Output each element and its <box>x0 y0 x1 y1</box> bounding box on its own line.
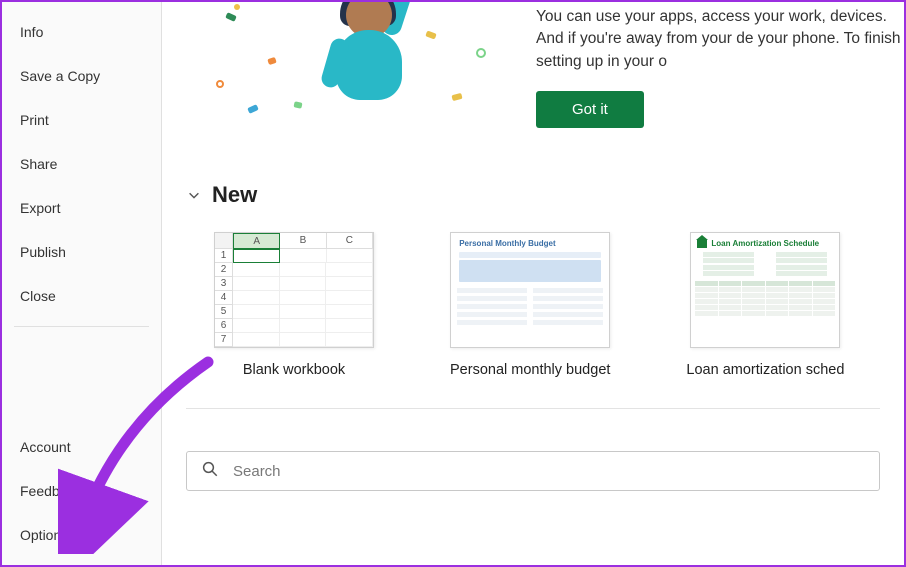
sidebar-item-save-a-copy[interactable]: Save a Copy <box>2 54 161 98</box>
search-icon <box>201 460 219 483</box>
search-box[interactable] <box>186 451 880 491</box>
setup-banner: You can use your apps, access your work,… <box>162 2 904 152</box>
banner-text: You can use your apps, access your work,… <box>536 6 904 73</box>
new-section-title: New <box>212 182 257 208</box>
banner-illustration <box>176 2 536 142</box>
new-section: New A B C 1 2 3 4 <box>162 182 904 378</box>
sidebar-item-label: Close <box>20 288 56 304</box>
sidebar-item-feedback[interactable]: Feedback <box>2 469 161 513</box>
sidebar-item-label: Options <box>20 527 68 543</box>
sidebar-divider <box>14 326 149 327</box>
banner-text-block: You can use your apps, access your work,… <box>536 2 904 128</box>
sidebar-item-label: Info <box>20 24 43 40</box>
sidebar-item-publish[interactable]: Publish <box>2 230 161 274</box>
template-personal-monthly-budget[interactable]: Personal Monthly Budget Personal monthly… <box>450 232 610 378</box>
sidebar-item-label: Account <box>20 439 71 455</box>
template-label: Blank workbook <box>243 362 345 378</box>
sidebar-item-close[interactable]: Close <box>2 274 161 318</box>
backstage-main: You can use your apps, access your work,… <box>162 2 904 565</box>
sidebar-item-export[interactable]: Export <box>2 186 161 230</box>
template-loan-amortization[interactable]: Loan Amortization Schedule <box>686 232 844 378</box>
template-label: Personal monthly budget <box>450 362 610 378</box>
person-waving-icon <box>296 2 426 122</box>
sidebar-item-options[interactable]: Options <box>2 513 161 557</box>
sidebar-item-share[interactable]: Share <box>2 142 161 186</box>
new-section-header[interactable]: New <box>186 182 880 208</box>
chevron-down-icon <box>186 187 202 203</box>
search-input[interactable] <box>233 463 865 480</box>
sidebar-item-info[interactable]: Info <box>2 10 161 54</box>
sidebar-item-account[interactable]: Account <box>2 425 161 469</box>
sidebar-item-label: Publish <box>20 244 66 260</box>
thumb-title: Personal Monthly Budget <box>451 233 609 250</box>
sidebar-item-label: Save a Copy <box>20 68 100 84</box>
template-thumb: Personal Monthly Budget <box>450 232 610 348</box>
sidebar-item-label: Share <box>20 156 57 172</box>
template-thumb: Loan Amortization Schedule <box>690 232 840 348</box>
template-thumb: A B C 1 2 3 4 5 6 7 <box>214 232 374 348</box>
thumb-title: Loan Amortization Schedule <box>691 233 839 250</box>
got-it-button[interactable]: Got it <box>536 91 644 128</box>
search-row <box>162 409 904 491</box>
template-blank-workbook[interactable]: A B C 1 2 3 4 5 6 7 Blank workbook <box>214 232 374 378</box>
bank-icon <box>697 240 707 248</box>
sidebar-item-print[interactable]: Print <box>2 98 161 142</box>
backstage-sidebar: Info Save a Copy Print Share Export Publ… <box>2 2 162 565</box>
sidebar-item-label: Print <box>20 112 49 128</box>
sidebar-item-label: Feedback <box>20 483 81 499</box>
templates-row: A B C 1 2 3 4 5 6 7 Blank workbook <box>186 232 880 378</box>
sidebar-item-label: Export <box>20 200 60 216</box>
template-label: Loan amortization sched <box>686 362 844 378</box>
